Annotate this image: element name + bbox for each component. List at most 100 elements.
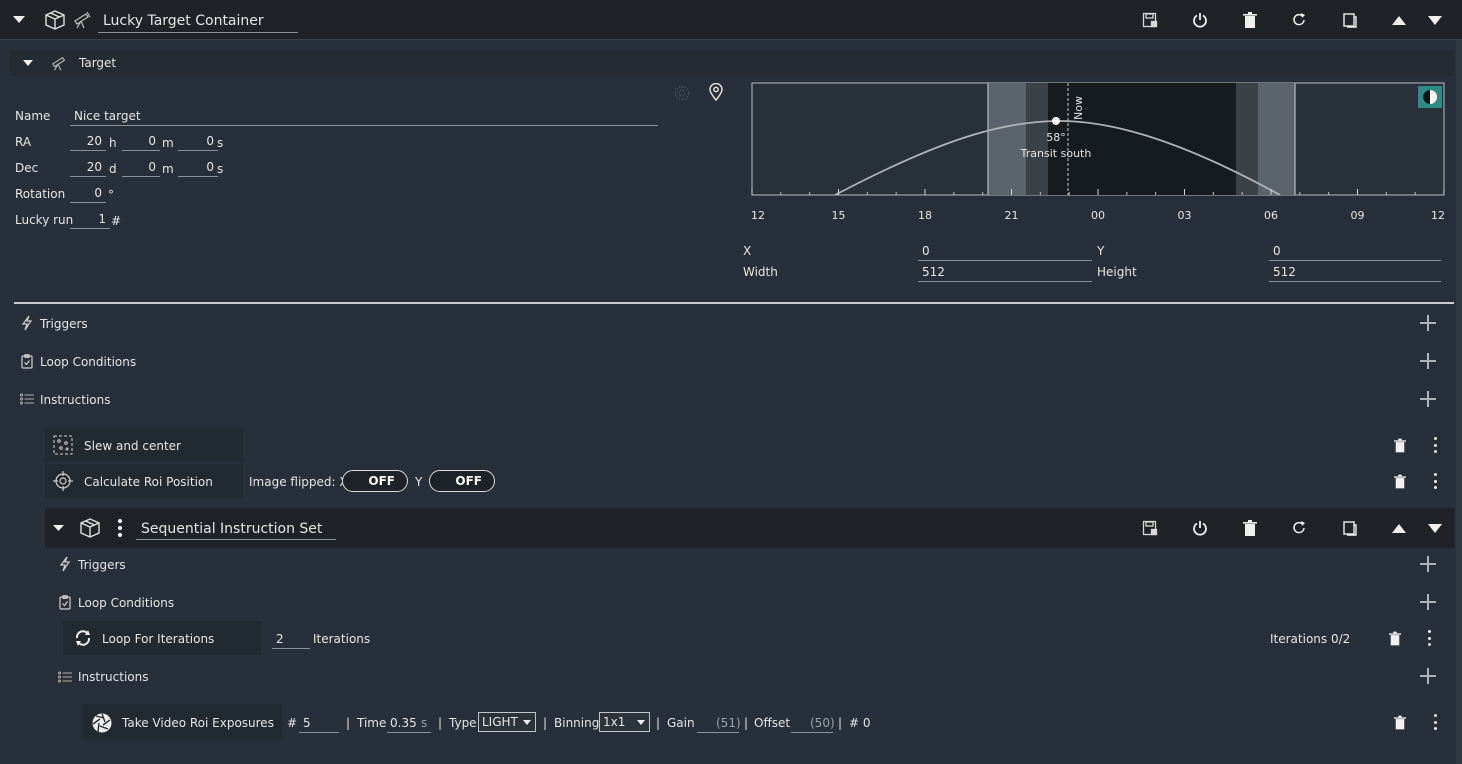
name-underline: [70, 125, 658, 126]
sequential-list-icon: [57, 670, 73, 684]
sequential-title-underline: [136, 539, 336, 540]
roi-width-underline: [918, 281, 1092, 282]
roi-height-input[interactable]: 512: [1273, 265, 1296, 279]
time-input[interactable]: 0.35: [390, 716, 417, 730]
ra-hours-input[interactable]: 20: [70, 134, 106, 151]
roi-width-input[interactable]: 512: [922, 265, 945, 279]
copy-icon[interactable]: [1341, 11, 1359, 29]
sequential-power-icon[interactable]: [1191, 519, 1209, 537]
collapse-caret-icon[interactable]: [12, 13, 26, 27]
dec-degrees-input[interactable]: 20: [70, 160, 106, 177]
type-label: Type: [449, 716, 477, 730]
move-up-icon[interactable]: [1391, 13, 1407, 27]
sequential-copy-icon[interactable]: [1341, 519, 1359, 537]
ra-seconds-unit: s: [217, 136, 224, 150]
save-icon[interactable]: [1141, 11, 1159, 29]
gain-label: Gain: [667, 716, 695, 730]
sequential-title[interactable]: Sequential Instruction Set: [141, 521, 322, 537]
dec-minutes-input[interactable]: 0: [122, 160, 160, 177]
ra-minutes-input[interactable]: 0: [122, 134, 160, 151]
dec-seconds-input[interactable]: 0: [178, 160, 218, 177]
binning-select[interactable]: 1x1: [599, 712, 650, 732]
sequential-add-loop-condition-icon[interactable]: [1420, 594, 1436, 610]
time-unit: s: [421, 716, 428, 730]
exposure-count-label: #: [287, 716, 298, 730]
ra-minutes-unit: m: [162, 136, 174, 150]
chart-tick-label: 09: [1351, 209, 1365, 222]
separator: |: [543, 716, 548, 730]
loop-trash-icon[interactable]: [1387, 630, 1403, 646]
dec-seconds-unit: s: [217, 162, 224, 176]
reset-icon[interactable]: [1290, 11, 1308, 29]
offset-input[interactable]: (50): [810, 716, 835, 730]
add-loop-condition-icon[interactable]: [1420, 353, 1436, 369]
roi-y-input[interactable]: 0: [1273, 244, 1281, 258]
clipboard-check-icon: [20, 353, 34, 369]
move-down-icon[interactable]: [1427, 13, 1443, 27]
crosshair-icon: [53, 471, 73, 491]
sequential-save-icon[interactable]: [1141, 519, 1159, 537]
dec-minutes-unit: m: [162, 162, 174, 176]
loop-icon: [73, 628, 93, 648]
roi-x-input[interactable]: 0: [922, 244, 930, 258]
flip-y-label: Y: [415, 475, 423, 489]
sequential-add-trigger-icon[interactable]: [1420, 556, 1436, 572]
aperture-icon: [91, 712, 113, 734]
roi-more-icon[interactable]: [1433, 473, 1437, 489]
power-icon[interactable]: [1191, 11, 1209, 29]
sequential-reset-icon[interactable]: [1290, 519, 1308, 537]
sequential-move-down-icon[interactable]: [1427, 521, 1443, 535]
iterations-label: Iterations: [313, 632, 371, 646]
lucky-run-input[interactable]: 1: [70, 212, 110, 229]
add-instruction-icon[interactable]: [1420, 391, 1436, 407]
type-dropdown-icon: [523, 720, 531, 725]
iterations-input[interactable]: 2: [276, 632, 284, 646]
trash-icon[interactable]: [1241, 11, 1259, 29]
type-select[interactable]: LIGHT: [478, 712, 536, 732]
slew-trash-icon[interactable]: [1392, 437, 1408, 453]
roi-trash-icon[interactable]: [1392, 473, 1408, 489]
telescope-icon: [72, 10, 92, 30]
slew-and-center-label: Slew and center: [84, 439, 181, 453]
exposure-trash-icon[interactable]: [1392, 714, 1408, 730]
offset-label: Offset: [754, 716, 791, 730]
altitude-chart: Now 58° Transit south 12 15 18 21 00 03 06 09 12: [751, 82, 1445, 222]
scrollbar[interactable]: [1456, 40, 1462, 764]
transit-point: [1052, 117, 1060, 125]
sequential-trash-icon[interactable]: [1241, 519, 1259, 537]
dec-degrees-unit: d: [109, 162, 117, 176]
container-title[interactable]: Lucky Target Container: [103, 13, 264, 29]
roi-y-label: Y: [1097, 244, 1105, 258]
time-underline: [387, 732, 431, 733]
sequential-triggers-label: Triggers: [78, 558, 126, 572]
flip-y-toggle[interactable]: OFF: [429, 470, 495, 492]
exposure-count-input[interactable]: 5: [303, 716, 311, 730]
chart-tick-label: 15: [832, 209, 846, 222]
gain-input[interactable]: (51): [716, 716, 741, 730]
binning-label: Binning: [554, 716, 600, 730]
rotation-input[interactable]: 0: [70, 186, 106, 203]
sequential-collapse-icon[interactable]: [51, 521, 65, 535]
peak-altitude-label: 58°: [1046, 131, 1066, 144]
sequential-drag-icon[interactable]: [118, 519, 122, 537]
ra-seconds-input[interactable]: 0: [178, 134, 218, 151]
exposure-more-icon[interactable]: [1433, 714, 1437, 730]
separator: |: [346, 716, 351, 730]
rotation-label: Rotation: [15, 187, 66, 201]
slew-more-icon[interactable]: [1433, 437, 1437, 453]
gain-underline: [697, 732, 739, 733]
separator: |: [838, 716, 843, 730]
target-collapse-icon[interactable]: [22, 57, 34, 69]
separator: |: [656, 716, 661, 730]
loop-more-icon[interactable]: [1427, 630, 1431, 646]
sequential-move-up-icon[interactable]: [1391, 521, 1407, 535]
location-pin-icon[interactable]: [706, 82, 726, 102]
add-trigger-icon[interactable]: [1420, 315, 1436, 331]
sequential-add-instruction-icon[interactable]: [1420, 668, 1436, 684]
dusk-twilight-light: [988, 83, 1026, 195]
roi-x-underline: [918, 260, 1092, 261]
framing-icon[interactable]: [673, 84, 691, 102]
name-input[interactable]: Nice target: [74, 109, 141, 123]
flip-x-toggle[interactable]: OFF: [342, 470, 408, 492]
sequential-clipboard-icon: [58, 594, 72, 610]
